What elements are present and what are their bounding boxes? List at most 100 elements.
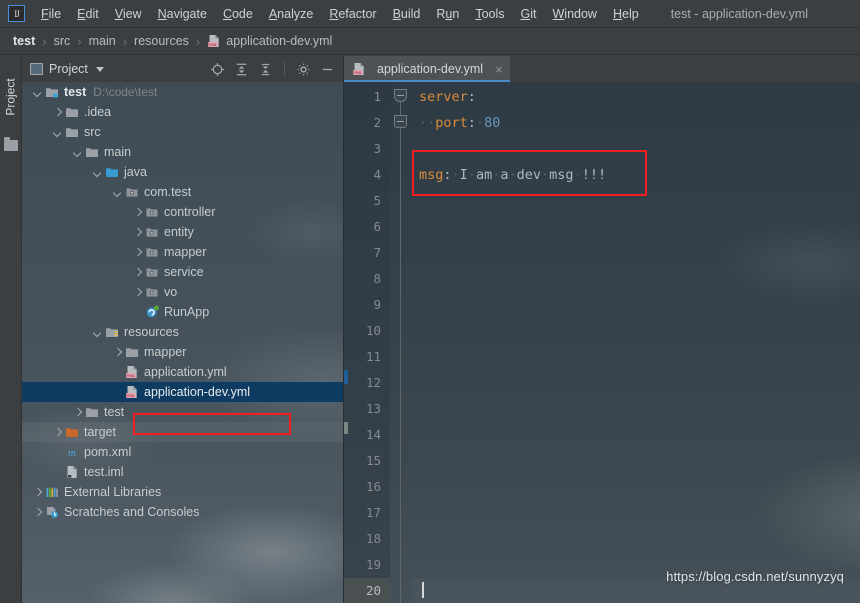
code-line-9[interactable] bbox=[412, 292, 860, 318]
text-cursor bbox=[422, 582, 424, 598]
code-line-13[interactable] bbox=[412, 396, 860, 422]
project-panel-header: Project bbox=[22, 56, 343, 82]
breadcrumb-separator: › bbox=[77, 33, 82, 49]
chevron-right-icon[interactable] bbox=[73, 408, 82, 417]
tree-node-com-test[interactable]: com.test bbox=[22, 182, 343, 202]
chevron-down-icon[interactable] bbox=[95, 66, 104, 72]
tree-node-external-libraries[interactable]: External Libraries bbox=[22, 482, 343, 502]
fold-marker-port[interactable] bbox=[394, 115, 407, 128]
code-folding-column[interactable] bbox=[390, 82, 412, 603]
tree-node-runapp[interactable]: RunApp bbox=[22, 302, 343, 322]
tree-no-arrow bbox=[133, 308, 142, 317]
code-line-15[interactable] bbox=[412, 448, 860, 474]
menu-analyze[interactable]: Analyze bbox=[261, 4, 321, 24]
code-content[interactable]: server: ··port:·80 msg:·I·am·a·dev·msg·!!… bbox=[412, 82, 860, 603]
chevron-down-icon[interactable] bbox=[93, 328, 102, 337]
line-number-16: 16 bbox=[365, 479, 381, 494]
editor-tab-application-dev-yml[interactable]: YML application-dev.yml × bbox=[344, 56, 510, 82]
menu-window[interactable]: Window bbox=[544, 4, 604, 24]
chevron-right-icon[interactable] bbox=[53, 428, 62, 437]
breadcrumb-item-resources[interactable]: resources bbox=[131, 32, 192, 50]
tree-node-service[interactable]: service bbox=[22, 262, 343, 282]
code-line-16[interactable] bbox=[412, 474, 860, 500]
chevron-right-icon[interactable] bbox=[133, 228, 142, 237]
code-line-4[interactable]: msg:·I·am·a·dev·msg·!!! bbox=[412, 162, 860, 188]
tree-node-test-iml[interactable]: test.iml bbox=[22, 462, 343, 482]
menu-view[interactable]: View bbox=[107, 4, 150, 24]
chevron-down-icon[interactable] bbox=[53, 128, 62, 137]
close-icon[interactable]: × bbox=[495, 62, 503, 77]
chevron-right-icon[interactable] bbox=[113, 348, 122, 357]
chevron-right-icon[interactable] bbox=[53, 108, 62, 117]
tree-node-label: .idea bbox=[84, 105, 112, 119]
project-tree[interactable]: test D:\code\test .idea src main java com.test… bbox=[22, 82, 343, 603]
code-line-18[interactable] bbox=[412, 526, 860, 552]
tree-node-mapper[interactable]: mapper bbox=[22, 342, 343, 362]
code-line-17[interactable] bbox=[412, 500, 860, 526]
breadcrumb-item-test[interactable]: test bbox=[10, 32, 38, 50]
breadcrumb-item-application-dev-yml[interactable]: YML application-dev.yml bbox=[204, 32, 335, 50]
tree-node-pom-xml[interactable]: m pom.xml bbox=[22, 442, 343, 462]
menu-run[interactable]: Run bbox=[428, 4, 467, 24]
code-line-5[interactable] bbox=[412, 188, 860, 214]
menu-edit[interactable]: Edit bbox=[69, 4, 107, 24]
chevron-right-icon[interactable] bbox=[133, 268, 142, 277]
chevron-right-icon[interactable] bbox=[133, 248, 142, 257]
tree-node-vo[interactable]: vo bbox=[22, 282, 343, 302]
chevron-down-icon[interactable] bbox=[93, 168, 102, 177]
minimize-icon[interactable] bbox=[320, 62, 335, 77]
tree-node-mapper[interactable]: mapper bbox=[22, 242, 343, 262]
tree-node-label: pom.xml bbox=[84, 445, 132, 459]
resources-folder-icon bbox=[105, 325, 119, 339]
tree-node-test[interactable]: test D:\code\test bbox=[22, 82, 343, 102]
code-line-7[interactable] bbox=[412, 240, 860, 266]
code-line-10[interactable] bbox=[412, 318, 860, 344]
code-line-6[interactable] bbox=[412, 214, 860, 240]
chevron-right-icon[interactable] bbox=[33, 488, 42, 497]
code-editor[interactable]: 1 2 3 4 5 6 7 8 9 10 11 12 13 14 15 16 17 18 19 20 server: ·… bbox=[344, 82, 860, 603]
breadcrumb-item-main[interactable]: main bbox=[86, 32, 119, 50]
tree-node-target[interactable]: target bbox=[22, 422, 343, 442]
project-panel-title-group[interactable]: Project bbox=[30, 62, 104, 76]
tree-node-application-dev-yml[interactable]: YML application-dev.yml bbox=[22, 382, 343, 402]
tree-node-src[interactable]: src bbox=[22, 122, 343, 142]
code-line-2[interactable]: ··port:·80 bbox=[412, 110, 860, 136]
locate-icon[interactable] bbox=[210, 62, 225, 77]
tree-node-java[interactable]: java bbox=[22, 162, 343, 182]
menu-build[interactable]: Build bbox=[385, 4, 429, 24]
gear-icon[interactable] bbox=[296, 62, 311, 77]
tree-node-application-yml[interactable]: YML application.yml bbox=[22, 362, 343, 382]
menu-navigate[interactable]: Navigate bbox=[150, 4, 215, 24]
tree-node-controller[interactable]: controller bbox=[22, 202, 343, 222]
menu-code[interactable]: Code bbox=[215, 4, 261, 24]
code-line-3[interactable] bbox=[412, 136, 860, 162]
chevron-down-icon[interactable] bbox=[33, 88, 42, 97]
menu-refactor[interactable]: Refactor bbox=[321, 4, 384, 24]
code-line-14[interactable] bbox=[412, 422, 860, 448]
menu-help[interactable]: Help bbox=[605, 4, 647, 24]
chevron-right-icon[interactable] bbox=[133, 208, 142, 217]
collapse-all-icon[interactable] bbox=[258, 62, 273, 77]
breadcrumb-item-src[interactable]: src bbox=[51, 32, 74, 50]
code-line-11[interactable] bbox=[412, 344, 860, 370]
chevron-down-icon[interactable] bbox=[113, 188, 122, 197]
tree-node-entity[interactable]: entity bbox=[22, 222, 343, 242]
tree-node-scratches-and-consoles[interactable]: Scratches and Consoles bbox=[22, 502, 343, 522]
code-line-8[interactable] bbox=[412, 266, 860, 292]
tree-node-resources[interactable]: resources bbox=[22, 322, 343, 342]
code-line-1[interactable]: server: bbox=[412, 84, 860, 110]
chevron-down-icon[interactable] bbox=[73, 148, 82, 157]
fold-marker-server[interactable] bbox=[394, 89, 407, 102]
tree-node-main[interactable]: main bbox=[22, 142, 343, 162]
expand-all-icon[interactable] bbox=[234, 62, 249, 77]
tree-node--idea[interactable]: .idea bbox=[22, 102, 343, 122]
tree-node-label: service bbox=[164, 265, 204, 279]
menu-git[interactable]: Git bbox=[513, 4, 545, 24]
menu-tools[interactable]: Tools bbox=[467, 4, 512, 24]
chevron-right-icon[interactable] bbox=[133, 288, 142, 297]
tool-window-tab-project[interactable]: Project bbox=[0, 62, 22, 132]
chevron-right-icon[interactable] bbox=[33, 508, 42, 517]
menu-file[interactable]: File bbox=[33, 4, 69, 24]
tree-node-test[interactable]: test bbox=[22, 402, 343, 422]
code-line-12[interactable] bbox=[412, 370, 860, 396]
